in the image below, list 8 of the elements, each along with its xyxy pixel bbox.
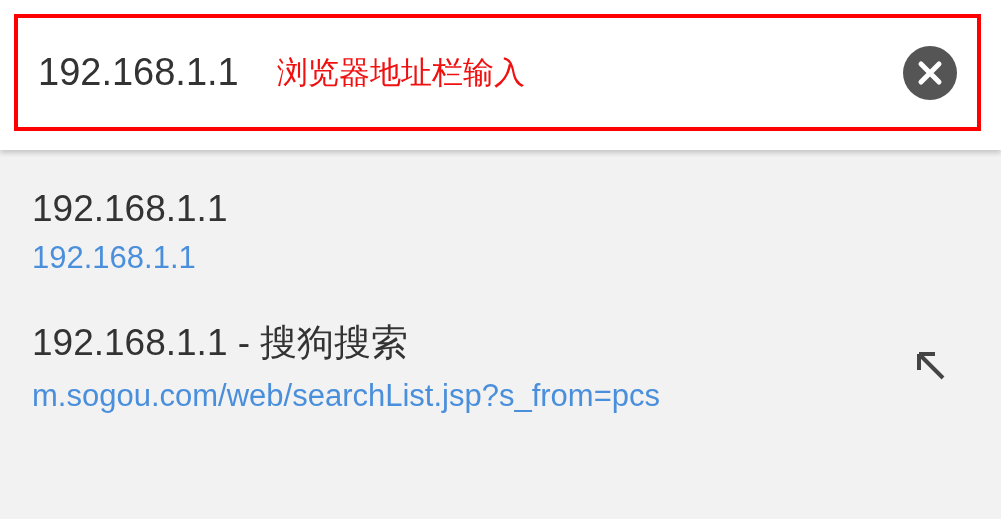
annotation-text: 浏览器地址栏输入 xyxy=(276,53,526,92)
suggestion-title[interactable]: 192.168.1.1 - 搜狗搜索 xyxy=(32,318,867,368)
address-value: 192.168.1.1 xyxy=(38,51,239,94)
suggestion-url: 192.168.1.1 xyxy=(32,240,197,276)
address-field[interactable]: 192.168.1.1 浏览器地址栏输入 xyxy=(14,14,981,131)
suggestion-url: m.sogou.com/web/searchList.jsp?s_from=pcs xyxy=(32,378,662,414)
suggestion-title[interactable]: 192.168.1.1 xyxy=(32,188,867,230)
clear-icon[interactable] xyxy=(903,45,957,100)
